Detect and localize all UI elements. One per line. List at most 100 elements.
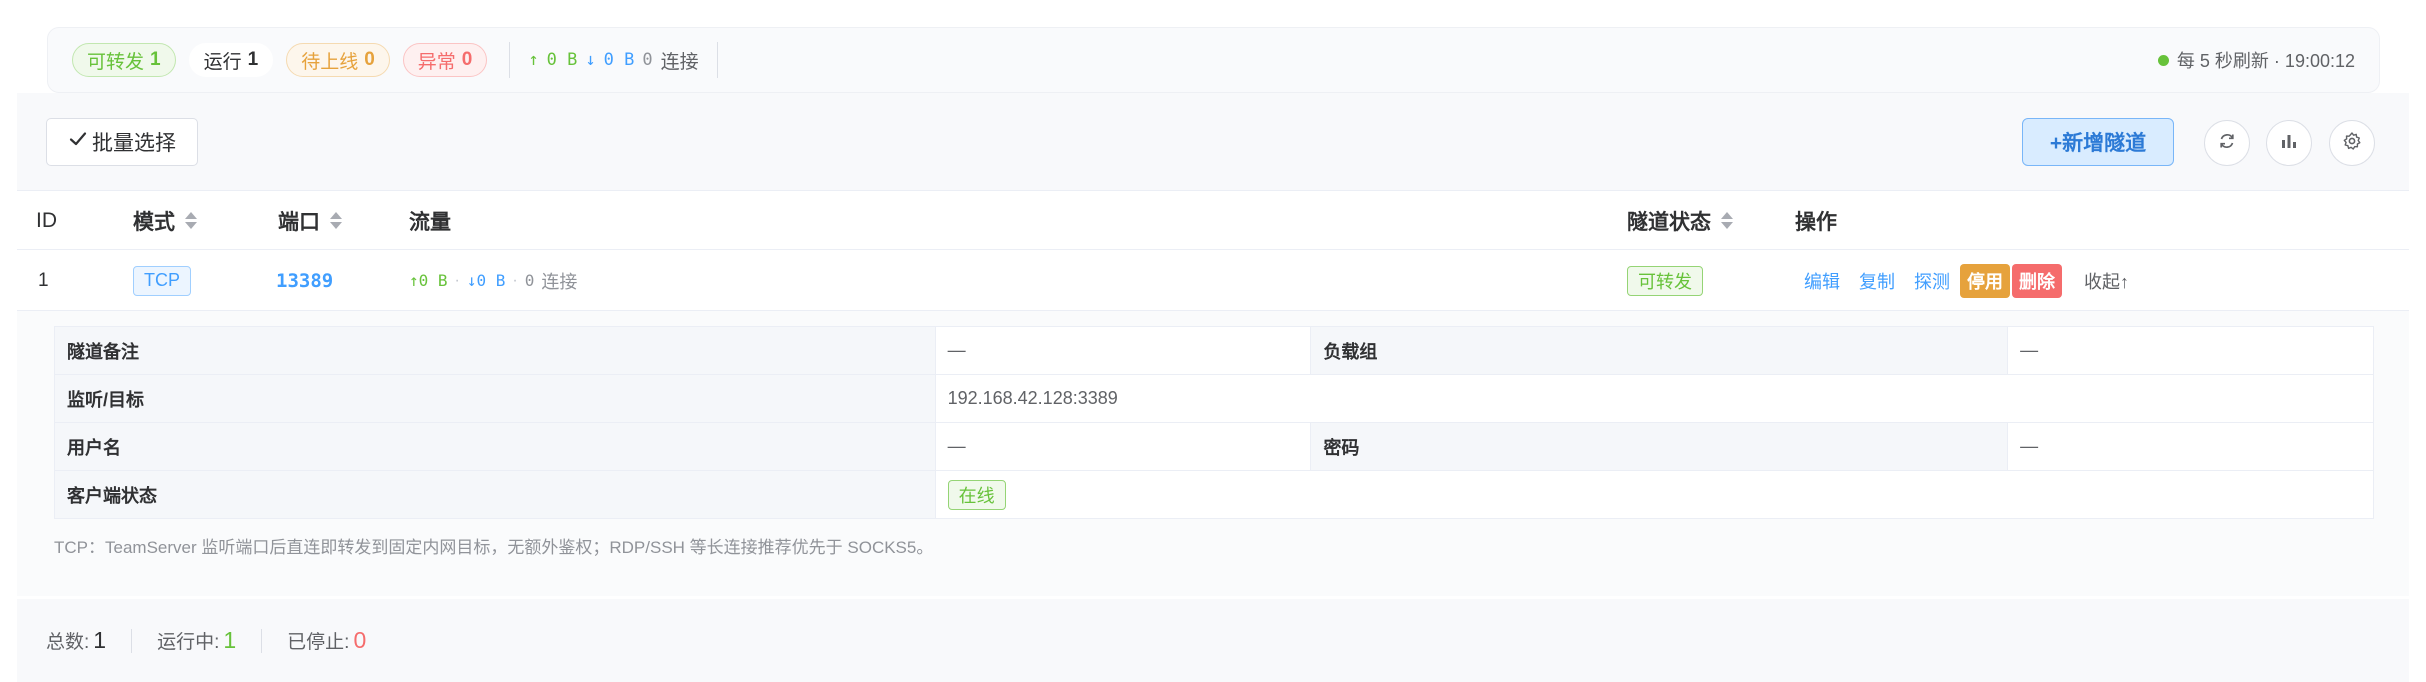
detail-row: 客户端状态 在线 [54, 470, 2375, 519]
add-tunnel-button[interactable]: +新增隧道 [2022, 118, 2174, 166]
check-icon [68, 129, 88, 155]
sort-icon[interactable] [1721, 212, 1733, 229]
batch-select-button[interactable]: 批量选择 [46, 118, 198, 166]
status-bar: 可转发 1 运行 1 待上线 0 异常 0 ↑ 0 B ↓ 0 B 0 连接 每 5 秒… [47, 27, 2380, 93]
port-link[interactable]: 13389 [276, 270, 333, 292]
sort-icon[interactable] [330, 212, 342, 229]
error-label: 异常 [417, 51, 456, 73]
probe-button[interactable]: 探测 [1914, 268, 1950, 294]
pending-badge[interactable]: 待上线 0 [286, 43, 390, 77]
divider [261, 628, 263, 653]
refresh-button[interactable] [2204, 120, 2250, 166]
disable-button[interactable]: 停用 [1960, 263, 2010, 298]
collapse-button[interactable]: 收起↑ [2084, 268, 2129, 294]
download-arrow-icon: ↓ [585, 50, 596, 70]
row-traffic: ↑0 B · ↓0 B · 0 连接 [409, 250, 577, 311]
error-badge[interactable]: 异常 0 [402, 43, 488, 77]
bar-chart-icon [2279, 131, 2299, 156]
pending-count: 0 [364, 49, 375, 70]
upload-bytes: 0 B [546, 50, 578, 70]
delete-button[interactable]: 删除 [2012, 263, 2062, 298]
divider [716, 42, 718, 78]
summary-footer: 总数: 1 运行中: 1 已停止: 0 [17, 599, 2409, 682]
password-label: 密码 [1310, 422, 2009, 471]
row-id: 1 [38, 269, 49, 291]
stats-button[interactable] [2266, 120, 2312, 166]
column-id-label: ID [36, 208, 57, 232]
download-bytes: 0 B [603, 50, 635, 70]
settings-icon [2342, 131, 2362, 156]
running-badge[interactable]: 运行 1 [188, 43, 274, 77]
lb-group-value: — [2007, 326, 2374, 375]
column-mode[interactable]: 模式 [133, 191, 197, 250]
live-dot-icon [2157, 54, 2169, 66]
listen-value: 192.168.42.128:3389 [934, 374, 2375, 423]
detail-row: 监听/目标 192.168.42.128:3389 [54, 374, 2375, 423]
refresh-indicator: 每 5 秒刷新 · 19:00:12 [2157, 47, 2355, 73]
table-row[interactable]: 1 TCP 13389 ↑0 B · ↓0 B · 0 连接 可转发 编辑 复制… [17, 250, 2409, 311]
row-detail: 隧道备注 — 负载组 — 监听/目标 192.168.42.128:3389 用… [17, 311, 2409, 596]
running-total-label: 运行中: [157, 632, 220, 653]
detail-row: 用户名 — 密码 — [54, 422, 2374, 471]
refresh-text: 每 5 秒刷新 · 19:00:12 [2176, 51, 2355, 71]
separator: · [512, 271, 518, 289]
column-ops-label: 操作 [1795, 210, 1837, 234]
status-badge: 可转发 [1627, 265, 1703, 296]
edit-button[interactable]: 编辑 [1804, 268, 1840, 294]
row-ops: 编辑 复制 探测 停用 删除 收起↑ [1804, 250, 2129, 311]
row-download: ↓0 B [466, 271, 506, 290]
stopped-label: 已停止: [287, 632, 350, 653]
batch-select-label: 批量选择 [92, 132, 176, 155]
column-port[interactable]: 端口 [278, 191, 342, 250]
tunnel-card: 批量选择 +新增隧道 ID 模式 端口 流量 隧道状态 操作 1 TCP 133… [17, 93, 2409, 682]
detail-table: 隧道备注 — 负载组 — 监听/目标 192.168.42.128:3389 用… [54, 326, 2375, 519]
column-mode-label: 模式 [133, 210, 175, 234]
copy-button[interactable]: 复制 [1859, 268, 1895, 294]
stopped-count: 0 [353, 627, 367, 653]
settings-button[interactable] [2329, 120, 2375, 166]
row-port[interactable]: 13389 [276, 250, 333, 311]
traffic-summary: ↑ 0 B ↓ 0 B 0 连接 [528, 47, 698, 74]
row-status: 可转发 [1627, 250, 1703, 311]
sort-icon[interactable] [185, 212, 197, 229]
remark-label: 隧道备注 [54, 326, 936, 375]
column-id: ID [36, 191, 57, 250]
error-count: 0 [461, 49, 473, 70]
column-status[interactable]: 隧道状态 [1627, 191, 1733, 250]
toolbar: 批量选择 +新增隧道 [17, 93, 2409, 191]
separator: · [454, 271, 460, 289]
client-status-label: 客户端状态 [54, 470, 936, 519]
column-ops: 操作 [1795, 191, 1837, 250]
refresh-icon [2217, 131, 2237, 156]
detail-row: 隧道备注 — 负载组 — [54, 326, 2374, 375]
client-status-cell: 在线 [934, 470, 2375, 519]
username-value: — [934, 422, 1312, 471]
divider [131, 628, 133, 653]
row-conn-label: 连接 [541, 271, 578, 292]
table-header: ID 模式 端口 流量 隧道状态 操作 [17, 191, 2409, 250]
forwardable-label: 可转发 [87, 51, 145, 73]
column-status-label: 隧道状态 [1627, 210, 1711, 234]
lb-group-label: 负载组 [1310, 326, 2009, 375]
remark-value: — [934, 326, 1312, 375]
upload-arrow-icon: ↑ [528, 50, 539, 70]
column-traffic-label: 流量 [409, 210, 451, 234]
mode-tag: TCP [133, 265, 191, 296]
row-upload: ↑0 B [409, 271, 448, 290]
column-port-label: 端口 [278, 210, 320, 234]
forwardable-count: 1 [150, 49, 161, 70]
running-count: 1 [247, 49, 259, 70]
client-status-badge: 在线 [947, 479, 1006, 510]
username-label: 用户名 [54, 422, 936, 471]
row-conn-count: 0 [524, 271, 535, 290]
listen-label: 监听/目标 [54, 374, 936, 423]
total-label: 总数: [46, 632, 90, 653]
divider [509, 42, 511, 78]
password-value: — [2007, 422, 2374, 471]
row-mode: TCP [133, 250, 191, 311]
forwardable-badge[interactable]: 可转发 1 [72, 43, 176, 77]
mode-note: TCP：TeamServer 监听端口后直连即转发到固定内网目标，无额外鉴权；R… [54, 538, 934, 557]
total-count: 1 [93, 627, 107, 653]
running-total-count: 1 [223, 627, 237, 653]
connection-count: 0 [642, 50, 653, 70]
